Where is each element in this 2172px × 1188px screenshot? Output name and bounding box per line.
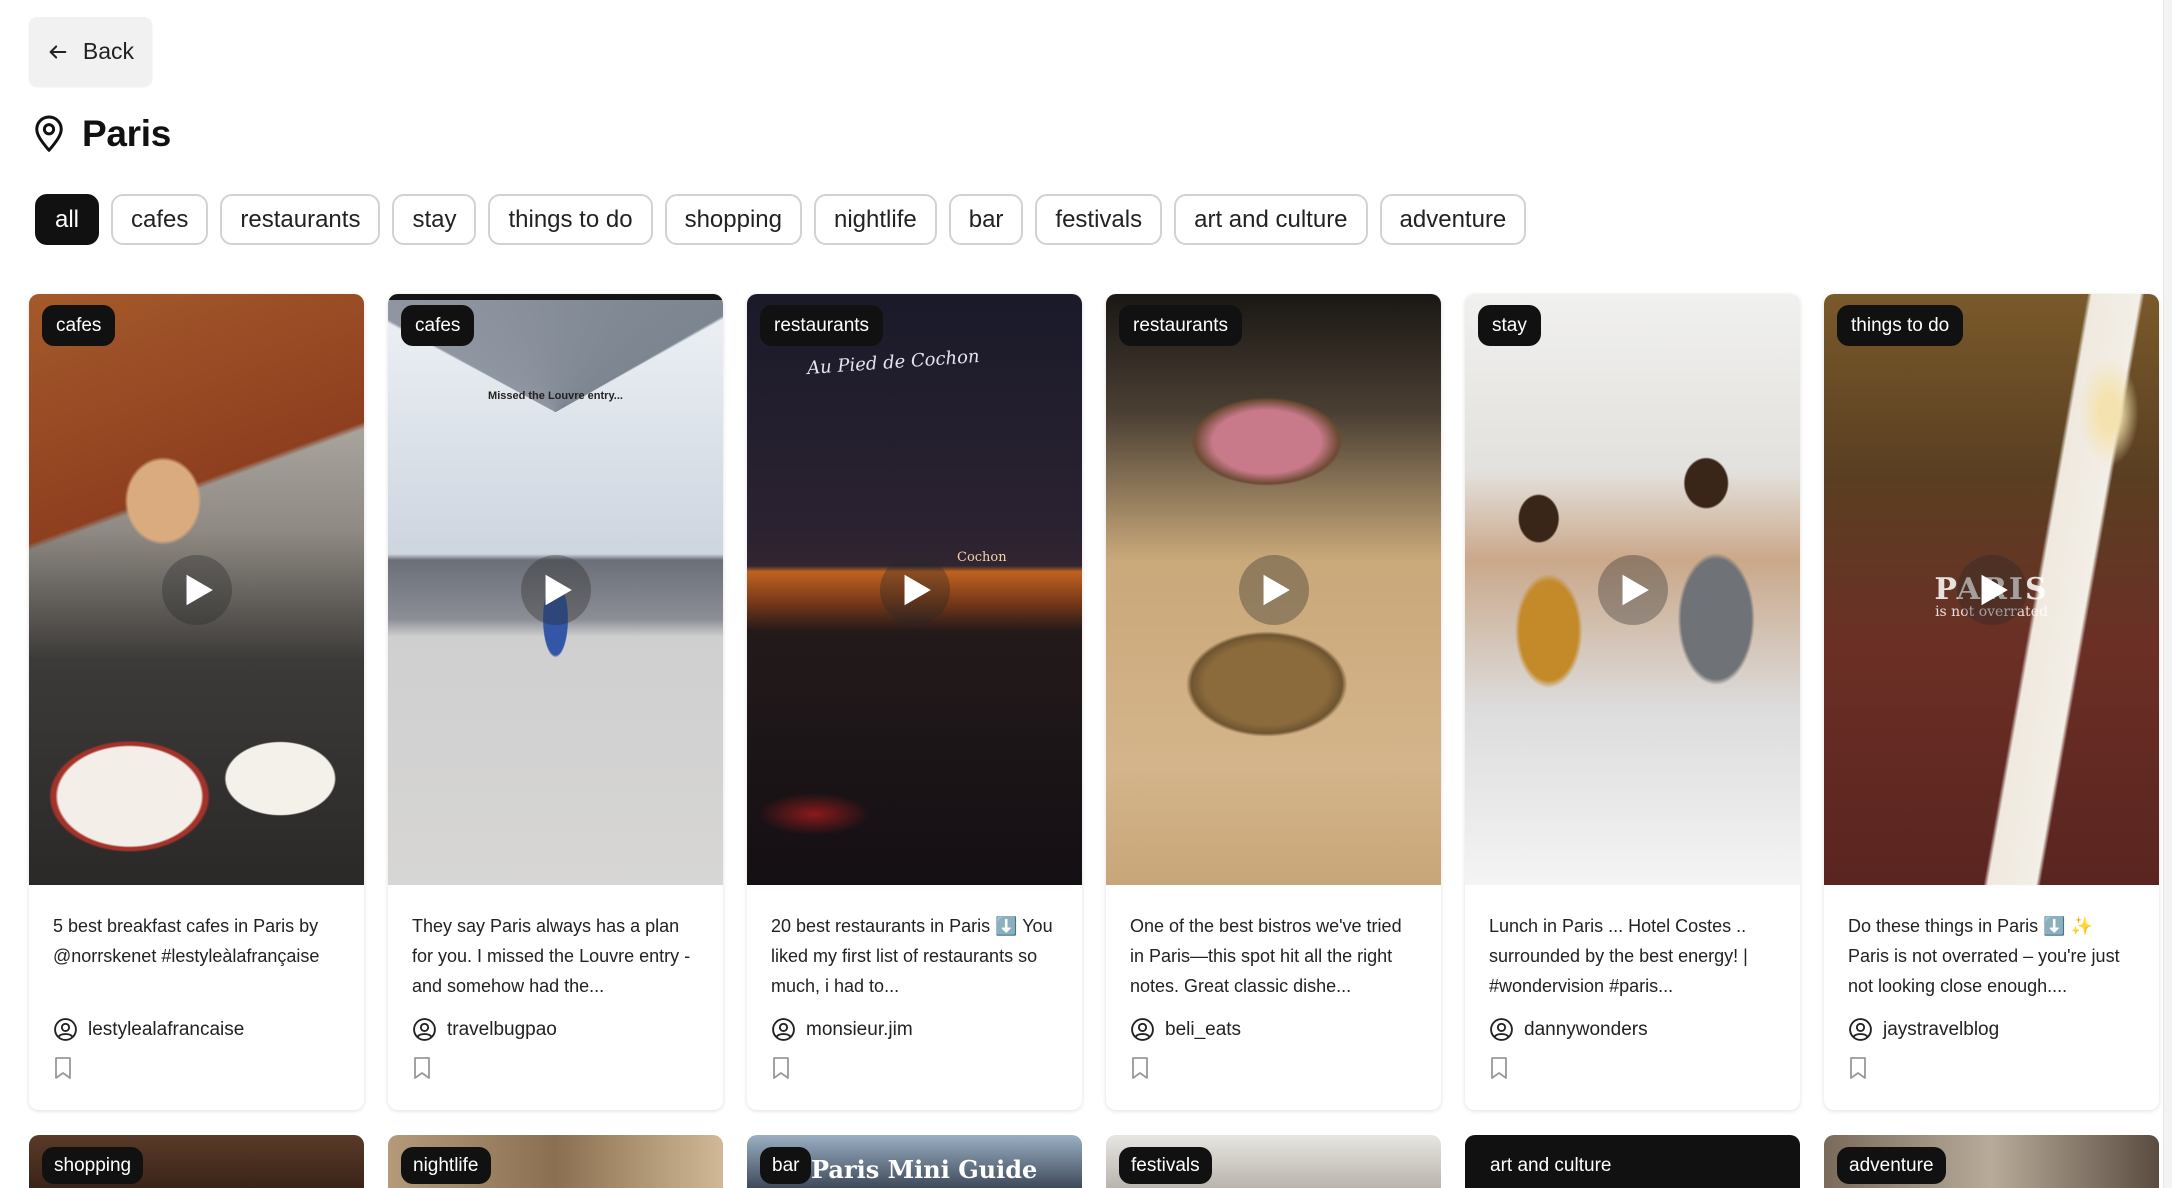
bookmark-icon[interactable]: [771, 1056, 791, 1080]
card-caption: One of the best bistros we've tried in P…: [1130, 916, 1402, 996]
play-icon: [1263, 574, 1290, 605]
category-badge: restaurants: [1119, 305, 1243, 346]
card-author[interactable]: lestylealafrancaise: [53, 1017, 340, 1042]
play-icon: [904, 574, 931, 605]
author-name: lestylealafrancaise: [88, 1018, 245, 1040]
back-label: Back: [82, 38, 135, 64]
user-circle-icon: [1131, 1018, 1154, 1041]
filter-chip-festivals[interactable]: festivals: [1035, 194, 1163, 245]
filter-chip-restaurants[interactable]: restaurants: [220, 194, 381, 245]
video-card[interactable]: art and culture: [1465, 1135, 1800, 1188]
play-icon: [1981, 574, 2008, 605]
author-name: beli_eats: [1165, 1018, 1242, 1040]
card-caption: They say Paris always has a plan for you…: [412, 916, 691, 996]
video-card[interactable]: things to do PARIS is not overrated Do t…: [1824, 294, 2159, 1110]
play-icon: [545, 574, 572, 605]
video-card-grid-row-2: shopping nightlife bar Paris Mini Guide …: [29, 1135, 2159, 1188]
video-card[interactable]: nightlife: [388, 1135, 723, 1188]
bookmark-icon[interactable]: [1848, 1056, 1868, 1080]
video-card-grid: cafes 5 best breakfast cafes in Paris by…: [29, 294, 2159, 1110]
video-thumbnail[interactable]: things to do PARIS is not overrated: [1824, 294, 2159, 885]
video-card[interactable]: restaurants Au Pied de Cochon Cochon 20 …: [747, 294, 1082, 1110]
author-name: dannywonders: [1524, 1018, 1648, 1040]
video-overlay-text: Au Pied de Cochon: [806, 346, 981, 379]
bookmark-icon[interactable]: [53, 1056, 73, 1080]
video-thumbnail[interactable]: restaurants Au Pied de Cochon Cochon: [747, 294, 1082, 885]
video-card[interactable]: adventure: [1824, 1135, 2159, 1188]
category-badge: art and culture: [1478, 1147, 1624, 1184]
category-badge: things to do: [1837, 305, 1964, 346]
location-header: Paris: [32, 112, 171, 156]
card-caption: 5 best breakfast cafes in Paris by @norr…: [53, 916, 320, 966]
filter-chip-art-and-culture[interactable]: art and culture: [1174, 194, 1368, 245]
filter-chip-nightlife[interactable]: nightlife: [813, 194, 937, 245]
page-title: Paris: [82, 113, 172, 154]
play-button[interactable]: [520, 554, 591, 625]
card-caption: Lunch in Paris ... Hotel Costes .. surro…: [1489, 916, 1748, 996]
back-button[interactable]: Back: [29, 17, 152, 86]
card-caption: 20 best restaurants in Paris ⬇️ You like…: [771, 916, 1053, 996]
category-badge: bar: [760, 1147, 812, 1184]
category-badge: cafes: [42, 305, 116, 346]
filter-chip-adventure[interactable]: adventure: [1379, 194, 1527, 245]
video-card[interactable]: bar Paris Mini Guide: [747, 1135, 1082, 1188]
author-name: jaystravelblog: [1883, 1018, 2000, 1040]
author-name: monsieur.jim: [806, 1018, 913, 1040]
video-card[interactable]: shopping: [29, 1135, 364, 1188]
play-icon: [186, 574, 213, 605]
user-circle-icon: [1849, 1018, 1872, 1041]
user-circle-icon: [1490, 1018, 1513, 1041]
card-caption: Do these things in Paris ⬇️ ✨ Paris is n…: [1848, 916, 2120, 996]
category-badge: shopping: [42, 1147, 144, 1184]
card-author[interactable]: travelbugpao: [412, 1017, 699, 1042]
play-button[interactable]: [161, 554, 232, 625]
bookmark-icon[interactable]: [1130, 1056, 1150, 1080]
video-card[interactable]: stay Lunch in Paris ... Hotel Costes .. …: [1465, 294, 1800, 1110]
author-name: travelbugpao: [447, 1018, 557, 1040]
play-button[interactable]: [1597, 554, 1668, 625]
video-thumbnail[interactable]: stay: [1465, 294, 1800, 885]
map-pin-icon: [35, 115, 63, 152]
user-circle-icon: [54, 1018, 77, 1041]
video-overlay-text: Missed the Louvre entry...: [488, 390, 623, 402]
category-badge: nightlife: [401, 1147, 491, 1184]
video-card[interactable]: cafes Missed the Louvre entry... They sa…: [388, 294, 723, 1110]
arrow-left-icon: [49, 44, 67, 59]
video-card[interactable]: festivals: [1106, 1135, 1441, 1188]
video-thumbnail[interactable]: cafes: [29, 294, 364, 885]
video-thumbnail[interactable]: restaurants: [1106, 294, 1441, 885]
video-card[interactable]: cafes 5 best breakfast cafes in Paris by…: [29, 294, 364, 1110]
video-overlay-text: Paris Mini Guide: [811, 1155, 1038, 1184]
card-author[interactable]: jaystravelblog: [1848, 1017, 2135, 1042]
card-author[interactable]: dannywonders: [1489, 1017, 1776, 1042]
video-overlay-text: Cochon: [957, 550, 1007, 565]
card-author[interactable]: beli_eats: [1130, 1017, 1417, 1042]
play-icon: [1622, 574, 1649, 605]
filter-chip-shopping[interactable]: shopping: [664, 194, 802, 245]
play-button[interactable]: [879, 554, 950, 625]
category-badge: cafes: [401, 305, 475, 346]
filter-chip-stay[interactable]: stay: [392, 194, 477, 245]
video-card[interactable]: restaurants One of the best bistros we'v…: [1106, 294, 1441, 1110]
page: Back Paris all cafes restaurants stay th…: [0, 0, 2172, 1188]
play-button[interactable]: [1956, 554, 2027, 625]
category-filters: all cafes restaurants stay things to do …: [35, 194, 1527, 245]
filter-chip-cafes[interactable]: cafes: [111, 194, 209, 245]
bookmark-icon[interactable]: [412, 1056, 432, 1080]
card-author[interactable]: monsieur.jim: [771, 1017, 1058, 1042]
bookmark-icon[interactable]: [1489, 1056, 1509, 1080]
filter-chip-bar[interactable]: bar: [948, 194, 1024, 245]
scrollbar[interactable]: [2163, 0, 2172, 1188]
user-circle-icon: [772, 1018, 795, 1041]
play-button[interactable]: [1238, 554, 1309, 625]
category-badge: festivals: [1119, 1147, 1212, 1184]
category-badge: stay: [1478, 305, 1541, 346]
filter-chip-things-to-do[interactable]: things to do: [488, 194, 653, 245]
filter-chip-all[interactable]: all: [35, 194, 100, 245]
video-thumbnail[interactable]: cafes Missed the Louvre entry...: [388, 294, 723, 885]
user-circle-icon: [413, 1018, 436, 1041]
category-badge: restaurants: [760, 305, 884, 346]
category-badge: adventure: [1837, 1147, 1946, 1184]
